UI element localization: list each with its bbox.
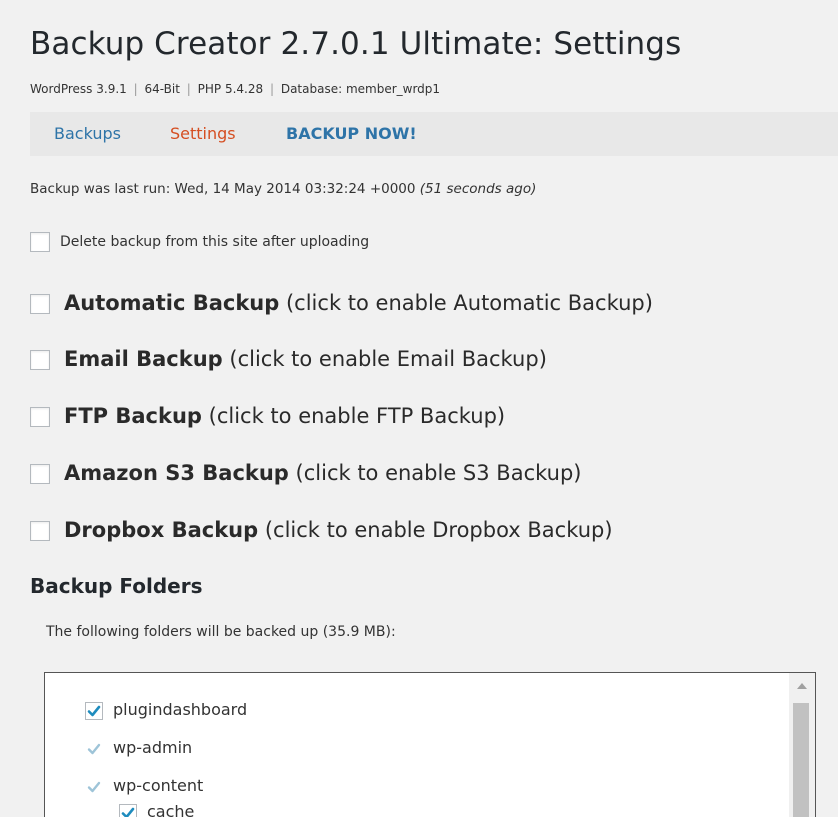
folder-item-wp-admin: wp-admin (85, 738, 192, 758)
last-run-text: Backup was last run: Wed, 14 May 2014 03… (30, 181, 416, 197)
dropbox-backup-option[interactable]: Dropbox Backup (click to enable Dropbox … (30, 518, 613, 542)
delete-after-upload-checkbox[interactable] (30, 232, 50, 252)
email-backup-hint: (click to enable Email Backup) (229, 347, 547, 371)
automatic-backup-option[interactable]: Automatic Backup (click to enable Automa… (30, 291, 653, 315)
environment-info: WordPress 3.9.1 | 64-Bit | PHP 5.4.28 | … (30, 82, 440, 96)
last-run-status: Backup was last run: Wed, 14 May 2014 03… (30, 181, 536, 197)
tab-settings[interactable]: Settings (170, 124, 236, 143)
checkbox-checked-disabled-icon (85, 778, 103, 796)
amazon-s3-backup-hint: (click to enable S3 Backup) (295, 461, 582, 485)
folder-tree-scrollbar[interactable] (789, 673, 815, 817)
folder-item-plugindashboard[interactable]: plugindashboard (85, 700, 247, 720)
automatic-backup-checkbox[interactable] (30, 294, 50, 314)
folder-label: cache (147, 802, 195, 817)
email-backup-option[interactable]: Email Backup (click to enable Email Back… (30, 347, 547, 371)
dropbox-backup-checkbox[interactable] (30, 521, 50, 541)
backup-size-note: The following folders will be backed up … (46, 624, 396, 640)
checkbox-checked-icon[interactable] (85, 701, 103, 720)
amazon-s3-backup-checkbox[interactable] (30, 464, 50, 484)
ftp-backup-option[interactable]: FTP Backup (click to enable FTP Backup) (30, 404, 505, 428)
architecture: 64-Bit (144, 82, 180, 96)
database-name: Database: member_wrdp1 (280, 82, 441, 96)
php-version: PHP 5.4.28 (197, 82, 264, 96)
page-title: Backup Creator 2.7.0.1 Ultimate: Setting… (30, 26, 682, 62)
delete-after-upload-label: Delete backup from this site after uploa… (60, 234, 370, 250)
folder-tree[interactable]: plugindashboard wp-admin wp-content cach… (44, 672, 816, 817)
last-run-ago: (51 seconds ago) (419, 181, 537, 197)
nav-tabs: Backups Settings BACKUP NOW! (30, 112, 838, 156)
scrollbar-thumb[interactable] (793, 703, 809, 817)
separator: | (186, 82, 191, 96)
email-backup-title: Email Backup (64, 347, 223, 371)
delete-after-upload-option[interactable]: Delete backup from this site after uploa… (30, 232, 369, 252)
ftp-backup-title: FTP Backup (64, 404, 202, 428)
wordpress-version: WordPress 3.9.1 (30, 82, 127, 96)
backup-now-link[interactable]: BACKUP NOW! (286, 124, 417, 143)
ftp-backup-checkbox[interactable] (30, 407, 50, 427)
automatic-backup-hint: (click to enable Automatic Backup) (285, 291, 653, 315)
backup-folders-heading: Backup Folders (30, 574, 203, 598)
folder-label: wp-content (113, 776, 204, 795)
automatic-backup-title: Automatic Backup (64, 291, 280, 315)
dropbox-backup-hint: (click to enable Dropbox Backup) (264, 518, 613, 542)
scroll-up-arrow-icon[interactable] (797, 683, 807, 689)
separator: | (133, 82, 138, 96)
dropbox-backup-title: Dropbox Backup (64, 518, 259, 542)
folder-label: wp-admin (113, 738, 193, 757)
tab-backups[interactable]: Backups (54, 124, 121, 143)
folder-item-cache[interactable]: cache (119, 802, 194, 817)
checkbox-checked-disabled-icon (85, 740, 103, 758)
amazon-s3-backup-title: Amazon S3 Backup (64, 461, 289, 485)
email-backup-checkbox[interactable] (30, 350, 50, 370)
ftp-backup-hint: (click to enable FTP Backup) (208, 404, 506, 428)
separator: | (269, 82, 274, 96)
folder-label: plugindashboard (113, 700, 248, 719)
checkbox-checked-icon[interactable] (119, 803, 137, 817)
amazon-s3-backup-option[interactable]: Amazon S3 Backup (click to enable S3 Bac… (30, 461, 581, 485)
settings-page: Backup Creator 2.7.0.1 Ultimate: Setting… (0, 0, 838, 817)
folder-item-wp-content: wp-content (85, 776, 203, 796)
